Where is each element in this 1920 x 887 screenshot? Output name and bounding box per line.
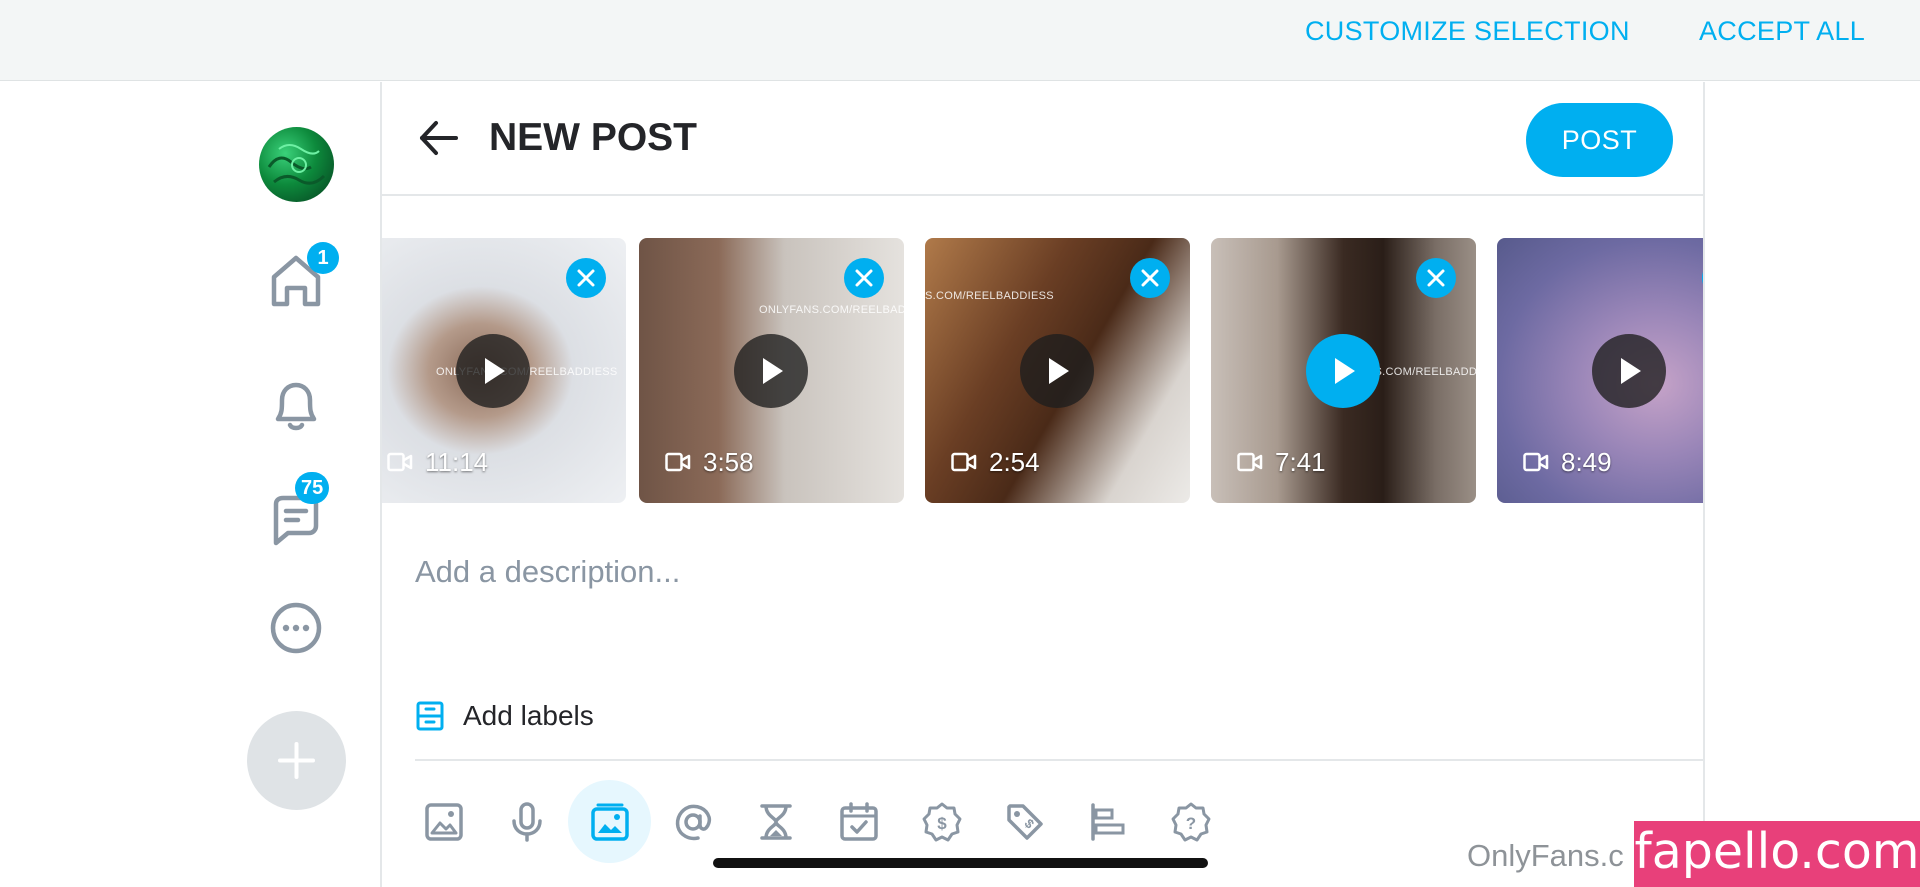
description-input[interactable]: Add a description...: [415, 554, 680, 590]
composer-toolbar: $ $ ?: [402, 780, 1232, 870]
question-icon: ?: [1171, 802, 1210, 841]
play-icon: [485, 358, 505, 384]
avatar[interactable]: [259, 127, 334, 202]
messages-badge: 75: [295, 472, 330, 504]
hourglass-icon: [759, 803, 792, 840]
close-icon: [577, 269, 595, 287]
play-button[interactable]: [1592, 334, 1666, 408]
duration-text: 7:41: [1275, 446, 1326, 477]
customize-selection-button[interactable]: CUSTOMIZE SELECTION: [1305, 13, 1630, 49]
left-nav: 1 75: [0, 82, 380, 887]
duration-text: 8:49: [1561, 446, 1612, 477]
toolbar-format-button[interactable]: [1066, 780, 1149, 863]
microphone-icon: [511, 801, 542, 842]
video-watermark: S.COM/REELBADDIESS: [925, 290, 1054, 302]
play-button[interactable]: [1020, 334, 1094, 408]
vault-icon: [590, 803, 629, 841]
bell-icon: [275, 382, 317, 431]
play-button[interactable]: [456, 334, 530, 408]
play-button[interactable]: [1306, 334, 1380, 408]
toolbar-voice-button[interactable]: [485, 780, 568, 863]
close-icon: [1141, 269, 1159, 287]
video-duration: 11:14: [387, 446, 488, 478]
duration-text: 2:54: [989, 446, 1040, 477]
mention-icon: [675, 804, 711, 840]
media-strip[interactable]: ONLYFANS.COM/REELBADDIESS 11:14 ONLYFANS…: [382, 238, 1703, 503]
video-camera-icon: [1237, 452, 1263, 472]
onlyfans-watermark: OnlyFans.c: [1467, 838, 1624, 873]
media-thumbnail[interactable]: ONLYFANS.COM/REELBADDIESS 11:14: [382, 238, 626, 503]
video-camera-icon: [1523, 452, 1549, 472]
cookie-bar: CUSTOMIZE SELECTION ACCEPT ALL: [0, 0, 1920, 81]
video-watermark: ONLYFANS.COM/REELBADDIESS: [759, 304, 904, 316]
video-camera-icon: [387, 452, 413, 472]
remove-media-button[interactable]: [1130, 258, 1170, 298]
svg-text:?: ?: [1185, 814, 1195, 833]
play-icon: [1621, 358, 1641, 384]
divider: [415, 759, 1703, 761]
post-header: NEW POST POST: [382, 82, 1703, 196]
site-watermark: fapello.com: [1634, 821, 1920, 887]
video-duration: 3:58: [665, 446, 754, 478]
remove-media-button[interactable]: [844, 258, 884, 298]
media-thumbnail[interactable]: ONLYFANS.COM/REELBADDIESS 3:58: [639, 238, 904, 503]
more-nav-item[interactable]: [264, 596, 328, 660]
page-title: NEW POST: [489, 116, 698, 159]
toolbar-price-button[interactable]: $: [900, 780, 983, 863]
toolbar-quiz-button[interactable]: ?: [1149, 780, 1232, 863]
remove-media-button[interactable]: [1416, 258, 1456, 298]
play-icon: [763, 358, 783, 384]
video-duration: 8:49: [1523, 446, 1612, 478]
image-icon: [424, 802, 463, 841]
add-labels-text: Add labels: [463, 700, 594, 731]
notifications-nav-item[interactable]: [264, 373, 328, 437]
media-thumbnail[interactable]: 8:49: [1497, 238, 1703, 503]
back-arrow-icon[interactable]: [416, 116, 460, 160]
toolbar-image-button[interactable]: [402, 780, 485, 863]
post-button[interactable]: POST: [1526, 103, 1673, 177]
toolbar-vault-button[interactable]: [568, 780, 651, 863]
label-drawer-icon: [416, 701, 444, 731]
video-camera-icon: [665, 452, 691, 472]
svg-text:$: $: [937, 814, 947, 833]
video-duration: 7:41: [1237, 446, 1326, 478]
tag-icon: $: [1006, 803, 1043, 840]
new-post-panel: NEW POST POST ONLYFANS.COM/REELBADDIESS …: [380, 82, 1705, 887]
close-icon: [1427, 269, 1445, 287]
home-indicator: [713, 858, 1208, 868]
price-icon: $: [922, 802, 961, 841]
new-post-fab[interactable]: [247, 711, 346, 810]
video-duration: 2:54: [951, 446, 1040, 478]
calendar-icon: [839, 801, 878, 841]
media-thumbnail[interactable]: S.COM/REELBADDIESS 2:54: [925, 238, 1190, 503]
align-icon: [1090, 802, 1124, 841]
home-badge: 1: [307, 242, 339, 274]
remove-media-button[interactable]: [566, 258, 606, 298]
video-camera-icon: [951, 452, 977, 472]
more-icon: [270, 602, 322, 654]
add-labels-button[interactable]: Add labels: [415, 700, 594, 732]
add-icon: [278, 742, 315, 779]
duration-text: 11:14: [425, 446, 489, 477]
play-icon: [1335, 358, 1355, 384]
toolbar-mention-button[interactable]: [651, 780, 734, 863]
media-thumbnail[interactable]: LYFANS.COM/REELBADDIESS 7:41: [1211, 238, 1476, 503]
duration-text: 3:58: [703, 446, 754, 477]
play-button[interactable]: [734, 334, 808, 408]
toolbar-tag-button[interactable]: $: [983, 780, 1066, 863]
toolbar-schedule-button[interactable]: [817, 780, 900, 863]
play-icon: [1049, 358, 1069, 384]
toolbar-expire-button[interactable]: [734, 780, 817, 863]
close-icon: [855, 269, 873, 287]
accept-all-button[interactable]: ACCEPT ALL: [1699, 13, 1865, 49]
